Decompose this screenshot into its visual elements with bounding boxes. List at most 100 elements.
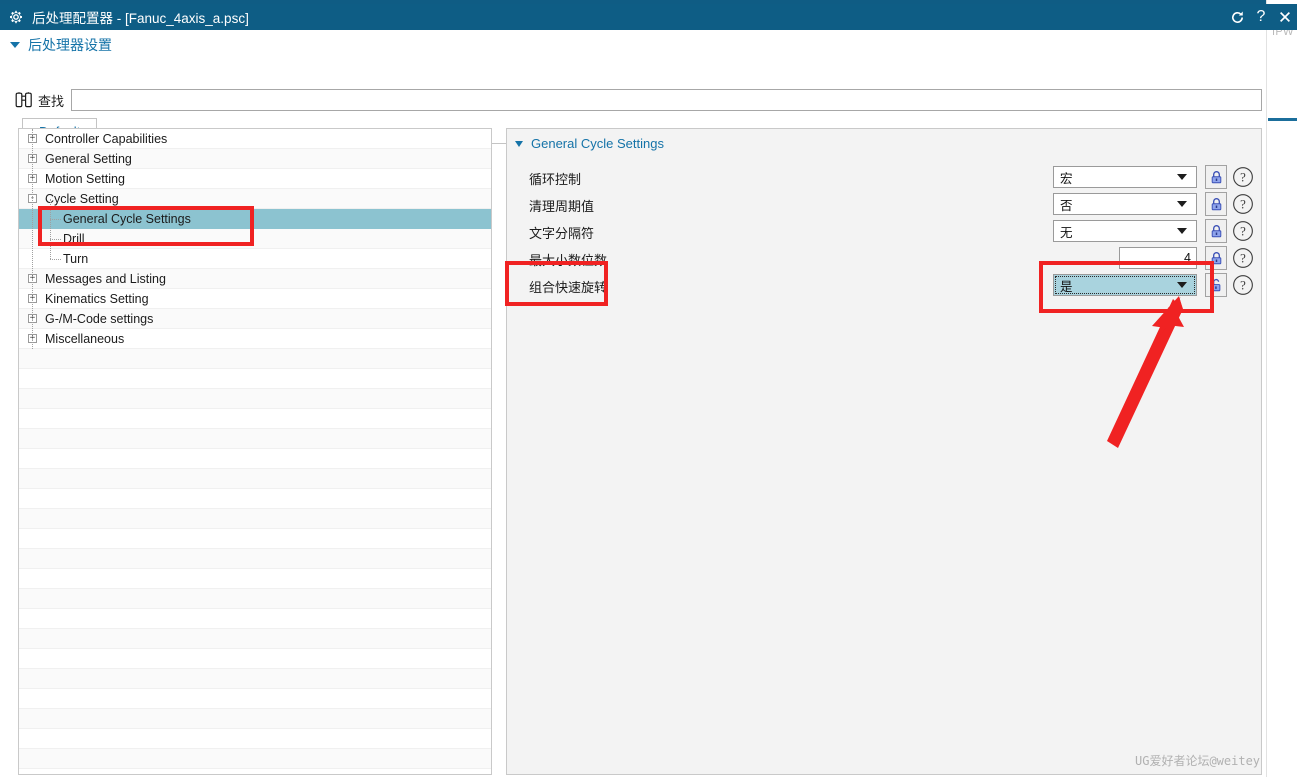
- section-header-label: 后处理器设置: [28, 37, 112, 53]
- setting-label: 清理周期值: [529, 199, 595, 214]
- tree-empty-row: [19, 709, 491, 729]
- find-label: 查找: [38, 93, 65, 109]
- setting-dropdown[interactable]: 否: [1053, 193, 1197, 215]
- tree-item-label: General Cycle Settings: [63, 211, 191, 226]
- tree-item-messages-and-listing[interactable]: + Messages and Listing: [19, 269, 491, 289]
- tree-empty-row: [19, 409, 491, 429]
- tree-item-label: Kinematics Setting: [45, 291, 149, 306]
- tree-item-label: General Setting: [45, 151, 132, 166]
- gear-icon: [8, 9, 24, 25]
- setting-row: 文字分隔符 无?: [507, 219, 1263, 246]
- tree-empty-row: [19, 429, 491, 449]
- setting-dropdown[interactable]: 无: [1053, 220, 1197, 242]
- chevron-down-icon: [1177, 174, 1187, 180]
- setting-dropdown-value: 否: [1060, 198, 1073, 213]
- tree-guide-line: [32, 129, 33, 349]
- tree-item-label: Turn: [63, 251, 89, 266]
- help-icon[interactable]: ?: [1231, 192, 1255, 216]
- tree-item-general-cycle-settings[interactable]: General Cycle Settings: [19, 209, 491, 229]
- background-accent-bar: [1268, 118, 1297, 121]
- tree-empty-row: [19, 529, 491, 549]
- setting-row: 循环控制 宏?: [507, 165, 1263, 192]
- setting-dropdown-value: 无: [1060, 225, 1073, 240]
- help-icon[interactable]: ?: [1231, 165, 1255, 189]
- help-icon[interactable]: ?: [1231, 219, 1255, 243]
- tree-empty-row: [19, 389, 491, 409]
- tree-item-miscellaneous[interactable]: + Miscellaneous: [19, 329, 491, 349]
- tree-item-label: G-/M-Code settings: [45, 311, 154, 326]
- lock-icon[interactable]: [1205, 219, 1227, 243]
- refresh-button[interactable]: [1225, 4, 1249, 30]
- search-input[interactable]: [71, 89, 1262, 111]
- chevron-down-icon: [515, 140, 523, 147]
- tree-guide-line: [50, 219, 61, 220]
- section-header[interactable]: 后处理器设置: [10, 34, 112, 56]
- setting-dropdown[interactable]: 宏: [1053, 166, 1197, 188]
- tree-item-label: Messages and Listing: [45, 271, 166, 286]
- tree-empty-row: [19, 449, 491, 469]
- help-button[interactable]: ?: [1249, 4, 1273, 30]
- setting-number-input[interactable]: 4: [1119, 247, 1197, 269]
- setting-label: 最大小数位数: [529, 253, 608, 268]
- setting-label: 循环控制: [529, 172, 582, 187]
- close-button[interactable]: [1273, 4, 1297, 30]
- setting-dropdown-value: 宏: [1060, 171, 1073, 186]
- tree-guide-line: [50, 239, 61, 240]
- lock-icon[interactable]: [1205, 192, 1227, 216]
- binoculars-icon: [14, 91, 36, 109]
- svg-text:?: ?: [1240, 171, 1246, 185]
- chevron-down-icon: [10, 42, 20, 48]
- help-icon[interactable]: ?: [1231, 246, 1255, 270]
- tree-item-motion-setting[interactable]: + Motion Setting: [19, 169, 491, 189]
- settings-panel: General Cycle Settings 循环控制宏? 清理周期值否? 文字分隔…: [506, 128, 1262, 775]
- unlock-icon[interactable]: [1205, 273, 1227, 297]
- setting-row: 清理周期值 否?: [507, 192, 1263, 219]
- tree-empty-row: [19, 369, 491, 389]
- tree-empty-row: [19, 349, 491, 369]
- tree-empty-row: [19, 649, 491, 669]
- tree-item-general-setting[interactable]: + General Setting: [19, 149, 491, 169]
- tree-item-g-m-code-settings[interactable]: + G-/M-Code settings: [19, 309, 491, 329]
- tree-guide-line: [50, 199, 51, 259]
- setting-row: 最大小数位数 4?: [507, 246, 1263, 273]
- app-root: IPW 后处理配置器 - [Fanuc_4axis_a.psc] ? 后处理器设…: [0, 0, 1297, 777]
- setting-dropdown-value: 是: [1060, 279, 1073, 294]
- watermark: UG爱好者论坛@weitey: [1135, 754, 1261, 768]
- tree-item-drill[interactable]: Drill: [19, 229, 491, 249]
- tree-item-label: Motion Setting: [45, 171, 125, 186]
- settings-panel-header[interactable]: General Cycle Settings: [515, 136, 664, 151]
- chevron-down-icon: [1177, 201, 1187, 207]
- tree-empty-row: [19, 469, 491, 489]
- tree-empty-row: [19, 509, 491, 529]
- setting-label: 文字分隔符: [529, 226, 595, 241]
- lock-icon[interactable]: [1205, 246, 1227, 270]
- chevron-down-icon: [1177, 228, 1187, 234]
- svg-text:?: ?: [1240, 279, 1246, 293]
- window-titlebar: 后处理配置器 - [Fanuc_4axis_a.psc] ?: [0, 4, 1297, 30]
- tree-empty-row: [19, 569, 491, 589]
- tree-item-kinematics-setting[interactable]: + Kinematics Setting: [19, 289, 491, 309]
- tree-item-label: Miscellaneous: [45, 331, 125, 346]
- tree-empty-row: [19, 749, 491, 769]
- lock-icon[interactable]: [1205, 165, 1227, 189]
- find-row: 查找: [14, 88, 1262, 112]
- setting-label: 组合快速旋转: [529, 280, 608, 295]
- tree-empty-row: [19, 689, 491, 709]
- tree-item-controller-capabilities[interactable]: + Controller Capabilities: [19, 129, 491, 149]
- help-icon[interactable]: ?: [1231, 273, 1255, 297]
- setting-dropdown[interactable]: 是: [1053, 274, 1197, 296]
- tree-item-turn[interactable]: Turn: [19, 249, 491, 269]
- tree-empty-row: [19, 489, 491, 509]
- tree-guide-line: [50, 259, 61, 260]
- tree-item-cycle-setting[interactable]: - Cycle Setting: [19, 189, 491, 209]
- tree-empty-row: [19, 669, 491, 689]
- settings-tree[interactable]: + Controller Capabilities + General Setting…: [18, 128, 492, 775]
- setting-row: 组合快速旋转 是?: [507, 273, 1263, 300]
- svg-text:?: ?: [1240, 225, 1246, 239]
- svg-text:?: ?: [1240, 252, 1246, 266]
- tree-empty-row: [19, 729, 491, 749]
- tree-empty-row: [19, 629, 491, 649]
- tree-item-label: Controller Capabilities: [45, 131, 168, 146]
- tree-empty-row: [19, 609, 491, 629]
- background-right-panel: [1266, 0, 1297, 777]
